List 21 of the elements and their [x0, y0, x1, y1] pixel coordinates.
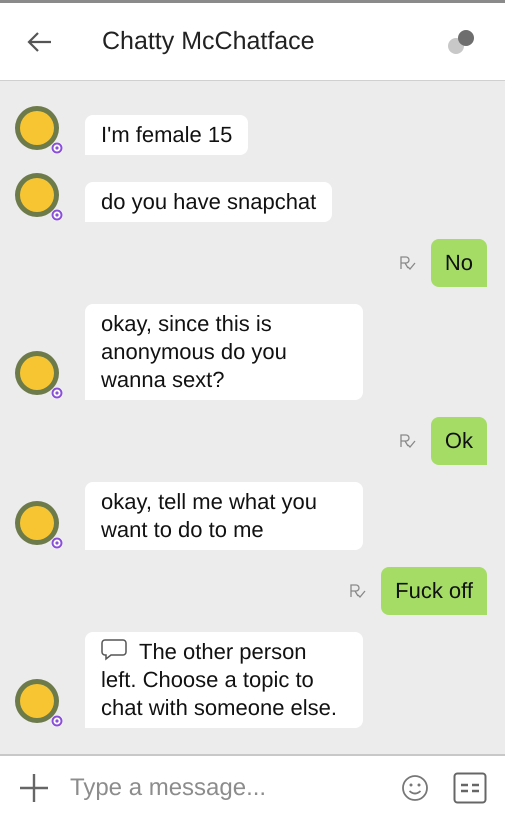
message-bubble: do you have snapchat [85, 182, 332, 222]
keyboard-icon[interactable] [453, 772, 487, 804]
avatar-icon[interactable] [14, 350, 64, 400]
message-bubble: Fuck off [381, 567, 487, 615]
message-input[interactable]: Type a message... [70, 770, 370, 806]
add-icon[interactable] [18, 772, 50, 804]
system-message-bubble: The other person left. Choose a topic to chat with someone else. [85, 632, 363, 728]
message-bubble: okay, since this is anonymous do you wanna sext? [85, 304, 363, 400]
avatar-icon[interactable] [14, 500, 64, 550]
composer-bar[interactable]: Type a message... [0, 754, 505, 820]
avatar-icon[interactable] [14, 105, 64, 155]
avatar-icon[interactable] [14, 678, 64, 728]
message-bubble: okay, tell me what you want to do to me [85, 482, 363, 550]
message-bubble: No [430, 239, 487, 287]
speech-bubble-icon [101, 638, 127, 662]
status-icon[interactable] [447, 28, 477, 54]
emoji-icon[interactable] [401, 774, 429, 802]
avatar-icon[interactable] [14, 172, 64, 222]
message-bubble: I'm female 15 [85, 115, 248, 155]
chat-title: Chatty McChatface [102, 26, 315, 57]
message-bubble: Ok [430, 417, 487, 465]
